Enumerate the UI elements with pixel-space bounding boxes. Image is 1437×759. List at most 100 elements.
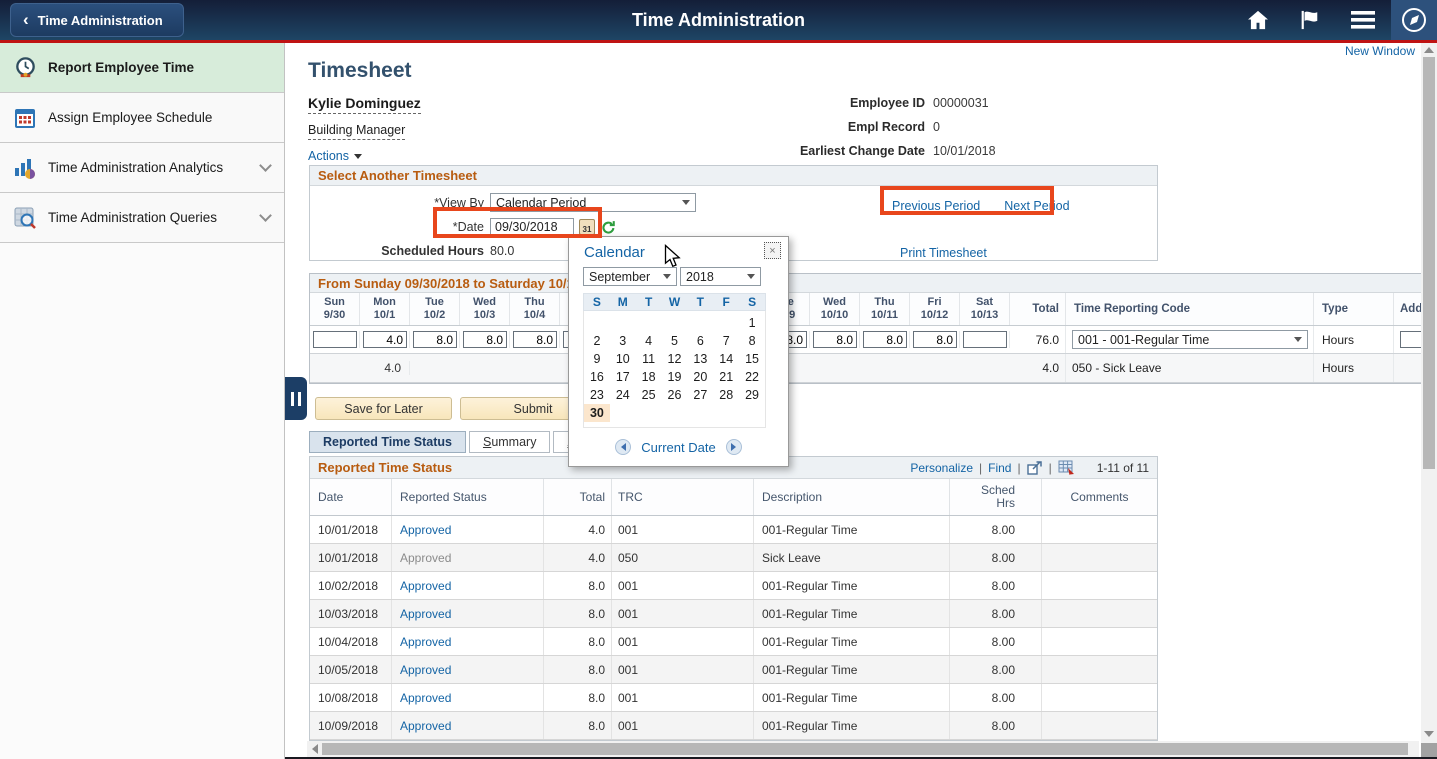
hours-input[interactable] [463, 331, 507, 348]
calendar-day[interactable]: 6 [687, 332, 713, 350]
save-for-later-button[interactable]: Save for Later [315, 397, 452, 420]
horizontal-scrollbar[interactable] [307, 741, 1419, 757]
employee-title-link[interactable]: Building Manager [308, 123, 405, 140]
new-window-link[interactable]: New Window [1345, 44, 1415, 58]
previous-period-link[interactable]: Previous Period [892, 199, 980, 213]
calendar-day[interactable]: 21 [713, 368, 739, 386]
approved-link[interactable]: Approved [400, 719, 451, 733]
menu-icon[interactable] [1351, 11, 1375, 29]
calendar-day[interactable] [662, 404, 688, 422]
calendar-day[interactable]: 1 [739, 314, 765, 332]
calendar-day[interactable]: 16 [584, 368, 610, 386]
hours-input[interactable] [363, 331, 407, 348]
scroll-left-icon[interactable] [312, 744, 318, 754]
hours-input[interactable] [413, 331, 457, 348]
calendar-day[interactable]: 5 [662, 332, 688, 350]
date-input[interactable] [490, 218, 574, 236]
calendar-day[interactable]: 9 [584, 350, 610, 368]
calendar-day[interactable]: 14 [713, 350, 739, 368]
sidebar-item-time-administration-analytics[interactable]: Time Administration Analytics [0, 143, 284, 193]
calendar-day[interactable]: 3 [610, 332, 636, 350]
hours-input[interactable] [913, 331, 957, 348]
horizontal-scroll-thumb[interactable] [322, 743, 1408, 755]
current-date-link[interactable]: Current Date [641, 440, 715, 455]
view-by-select[interactable]: Calendar Period [490, 193, 696, 212]
calendar-day[interactable]: 20 [687, 368, 713, 386]
find-link[interactable]: Find [988, 461, 1011, 475]
download-to-excel-icon[interactable] [1058, 460, 1075, 475]
calendar-day[interactable] [713, 314, 739, 332]
print-timesheet-link[interactable]: Print Timesheet [900, 246, 987, 260]
sidebar-item-assign-employee-schedule[interactable]: Assign Employee Schedule [0, 93, 284, 143]
calendar-day[interactable]: 22 [739, 368, 765, 386]
vertical-scroll-thumb[interactable] [1423, 57, 1435, 469]
actions-menu[interactable]: Actions [308, 149, 362, 163]
calendar-day[interactable] [610, 314, 636, 332]
approved-link[interactable]: Approved [400, 523, 451, 537]
add-row-input[interactable] [1400, 331, 1421, 348]
scroll-down-icon[interactable] [1424, 731, 1434, 737]
scroll-up-icon[interactable] [1424, 47, 1434, 53]
approved-link[interactable]: Approved [400, 607, 451, 621]
calendar-day[interactable]: 12 [662, 350, 688, 368]
trc-select[interactable]: 001 - 001-Regular Time [1072, 330, 1308, 349]
view-all-icon[interactable] [1027, 461, 1043, 475]
navbar-compass-icon[interactable] [1391, 0, 1437, 40]
year-select[interactable]: 2018 [680, 267, 761, 286]
date-picker-calendar-icon[interactable]: 31 [579, 219, 595, 235]
calendar-day[interactable]: 18 [636, 368, 662, 386]
calendar-day[interactable]: 11 [636, 350, 662, 368]
calendar-day[interactable] [636, 314, 662, 332]
month-select[interactable]: September [583, 267, 677, 286]
calendar-day[interactable]: 17 [610, 368, 636, 386]
personalize-link[interactable]: Personalize [910, 461, 973, 475]
tab[interactable]: Summary [469, 431, 551, 453]
sidebar-collapse-handle[interactable] [285, 377, 307, 420]
calendar-day[interactable] [687, 314, 713, 332]
hours-input[interactable] [813, 331, 857, 348]
calendar-day[interactable]: 19 [662, 368, 688, 386]
calendar-day[interactable]: 15 [739, 350, 765, 368]
approved-link[interactable]: Approved [400, 635, 451, 649]
calendar-day[interactable]: 7 [713, 332, 739, 350]
next-month-icon[interactable] [726, 439, 742, 455]
calendar-day[interactable]: 13 [687, 350, 713, 368]
approved-link[interactable]: Approved [400, 551, 451, 565]
calendar-day[interactable]: 2 [584, 332, 610, 350]
employee-name-link[interactable]: Kylie Dominguez [308, 95, 421, 114]
previous-month-icon[interactable] [615, 439, 631, 455]
flag-icon[interactable] [1299, 10, 1321, 30]
tab[interactable]: Reported Time Status [309, 431, 466, 453]
approved-link[interactable]: Approved [400, 663, 451, 677]
hours-input[interactable] [513, 331, 557, 348]
vertical-scrollbar[interactable] [1421, 43, 1437, 759]
next-period-link[interactable]: Next Period [1004, 199, 1069, 213]
calendar-day[interactable]: 30 [584, 404, 610, 422]
approved-link[interactable]: Approved [400, 579, 451, 593]
calendar-day[interactable] [713, 404, 739, 422]
hours-input[interactable] [313, 331, 357, 348]
sidebar-item-time-administration-queries[interactable]: Time Administration Queries [0, 193, 284, 243]
calendar-day[interactable] [687, 404, 713, 422]
approved-link[interactable]: Approved [400, 691, 451, 705]
calendar-day[interactable]: 8 [739, 332, 765, 350]
calendar-day[interactable]: 25 [636, 386, 662, 404]
calendar-day[interactable] [584, 314, 610, 332]
calendar-day[interactable] [739, 404, 765, 422]
hours-input[interactable] [963, 331, 1007, 348]
hours-input[interactable] [863, 331, 907, 348]
close-icon[interactable]: × [764, 242, 781, 259]
calendar-day[interactable] [610, 404, 636, 422]
refresh-icon[interactable] [601, 220, 616, 235]
calendar-day[interactable]: 24 [610, 386, 636, 404]
calendar-day[interactable] [636, 404, 662, 422]
calendar-day[interactable]: 23 [584, 386, 610, 404]
calendar-day[interactable]: 26 [662, 386, 688, 404]
calendar-day[interactable]: 10 [610, 350, 636, 368]
home-icon[interactable] [1247, 10, 1269, 30]
calendar-day[interactable] [662, 314, 688, 332]
calendar-day[interactable]: 4 [636, 332, 662, 350]
sidebar-item-report-employee-time[interactable]: Report Employee Time [0, 43, 284, 93]
calendar-day[interactable]: 27 [687, 386, 713, 404]
calendar-day[interactable]: 29 [739, 386, 765, 404]
